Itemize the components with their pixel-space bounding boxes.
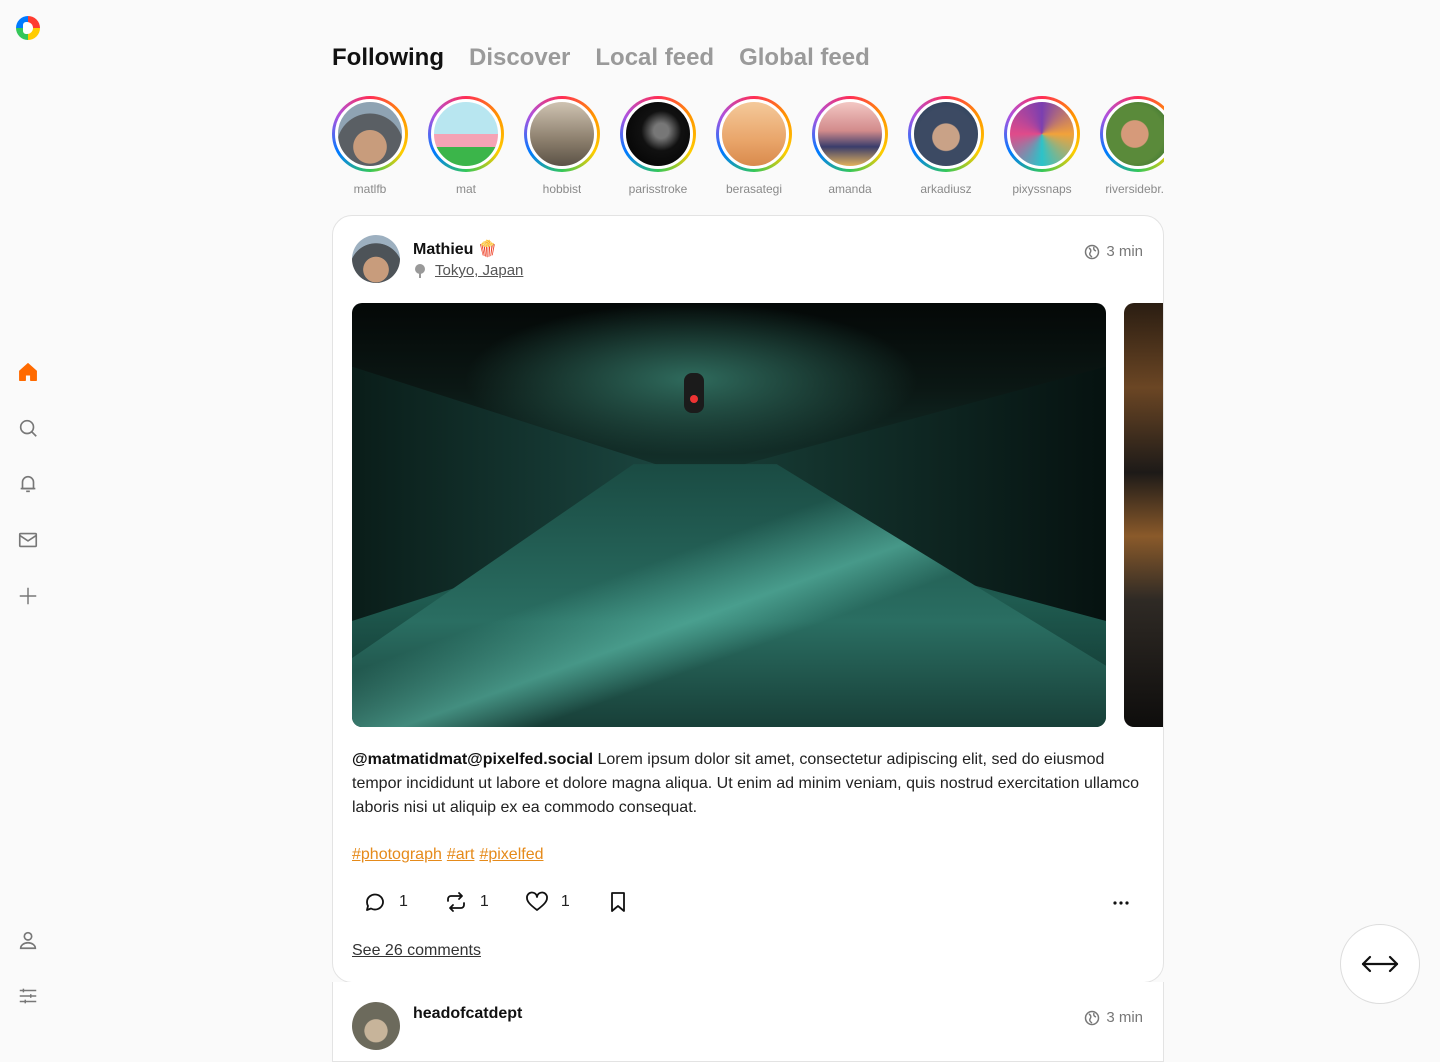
story-avatar <box>1103 99 1164 169</box>
reply-count: 1 <box>399 893 408 910</box>
bookmark-button[interactable] <box>606 890 630 914</box>
tab-following[interactable]: Following <box>332 44 444 72</box>
more-icon <box>1113 901 1129 905</box>
pin-icon <box>415 263 425 278</box>
stories-row: matlfb mat hobbist parisstroke berasateg… <box>332 96 1164 200</box>
tab-discover[interactable]: Discover <box>469 44 570 72</box>
story-avatar <box>1007 99 1077 169</box>
story-avatar <box>911 99 981 169</box>
hashtag-link[interactable]: #pixelfed <box>479 846 543 864</box>
story-avatar <box>815 99 885 169</box>
story-item[interactable]: pixyssnaps <box>1004 96 1080 196</box>
post-card-next: headofcatdept 3 min <box>332 982 1164 1062</box>
story-username: riversidebr... <box>1105 182 1164 196</box>
settings-sliders-icon[interactable] <box>16 984 40 1008</box>
tab-global-feed[interactable]: Global feed <box>739 44 870 72</box>
story-item[interactable]: arkadiusz <box>908 96 984 196</box>
story-username: matlfb <box>353 182 387 196</box>
story-username: parisstroke <box>628 182 688 196</box>
author-avatar[interactable] <box>352 235 400 283</box>
hashtag-link[interactable]: #photograph <box>352 846 442 864</box>
story-item[interactable]: amanda <box>812 96 888 196</box>
see-comments-link[interactable]: See 26 comments <box>352 942 481 960</box>
like-count: 1 <box>560 893 570 910</box>
more-options-button[interactable] <box>1111 891 1131 920</box>
repost-icon <box>447 892 465 912</box>
post-location[interactable]: Tokyo, Japan <box>413 262 523 279</box>
search-icon[interactable] <box>16 416 40 440</box>
story-item[interactable]: matlfb <box>332 96 408 196</box>
story-avatar <box>719 99 789 169</box>
post-time: 3 min <box>1084 1009 1143 1026</box>
author-name[interactable]: headofcatdept <box>413 1005 522 1023</box>
sidebar <box>0 0 56 1024</box>
story-username: arkadiusz <box>920 182 972 196</box>
bell-icon[interactable] <box>16 472 40 496</box>
boost-count: 1 <box>479 893 489 910</box>
story-item[interactable]: riversidebr... <box>1100 96 1164 196</box>
tab-local-feed[interactable]: Local feed <box>595 44 714 72</box>
post-card: Mathieu 🍿 Tokyo, Japan 3 min @matmatidma… <box>332 215 1164 983</box>
time-label: 3 min <box>1106 243 1143 260</box>
story-username: amanda <box>828 182 872 196</box>
post-time: 3 min <box>1084 243 1143 260</box>
story-username: berasategi <box>725 182 783 196</box>
reply-button[interactable]: 1 <box>363 890 408 914</box>
story-username: pixyssnaps <box>1012 182 1072 196</box>
plus-icon[interactable] <box>16 584 40 608</box>
feed-tabs: Following Discover Local feed Global fee… <box>332 44 870 72</box>
post-caption: @matmatidmat@pixelfed.social Lorem ipsum… <box>352 748 1142 820</box>
story-item[interactable]: parisstroke <box>620 96 696 196</box>
story-item[interactable]: berasategi <box>716 96 792 196</box>
post-image-next[interactable] <box>1124 303 1163 727</box>
arrows-horizontal-icon <box>1361 955 1399 973</box>
story-avatar <box>527 99 597 169</box>
story-avatar <box>335 99 405 169</box>
post-tags: #photograph #art #pixelfed <box>352 846 543 864</box>
author-name[interactable]: Mathieu 🍿 <box>413 239 498 259</box>
bookmark-icon <box>610 892 625 912</box>
story-item[interactable]: mat <box>428 96 504 196</box>
hashtag-link[interactable]: #art <box>447 846 475 864</box>
story-username: hobbist <box>542 182 582 196</box>
heart-icon <box>525 891 548 911</box>
story-username: mat <box>455 182 476 196</box>
post-image[interactable] <box>352 303 1106 727</box>
story-item[interactable]: hobbist <box>524 96 600 196</box>
location-label: Tokyo, Japan <box>435 262 524 279</box>
post-actions: 1 1 1 <box>363 890 630 914</box>
time-label: 3 min <box>1106 1009 1143 1026</box>
author-avatar[interactable] <box>352 1002 400 1050</box>
mention-link[interactable]: @matmatidmat@pixelfed.social <box>352 751 593 768</box>
globe-icon <box>1085 244 1100 259</box>
globe-icon <box>1085 1010 1100 1025</box>
like-button[interactable]: 1 <box>525 890 570 914</box>
mail-icon[interactable] <box>16 528 40 552</box>
app-logo[interactable] <box>16 16 40 40</box>
story-avatar <box>623 99 693 169</box>
home-icon[interactable] <box>16 360 40 384</box>
boost-button[interactable]: 1 <box>444 890 489 914</box>
expand-width-button[interactable] <box>1340 924 1420 1004</box>
comment-icon <box>366 893 384 911</box>
profile-icon[interactable] <box>16 928 40 952</box>
story-avatar <box>431 99 501 169</box>
